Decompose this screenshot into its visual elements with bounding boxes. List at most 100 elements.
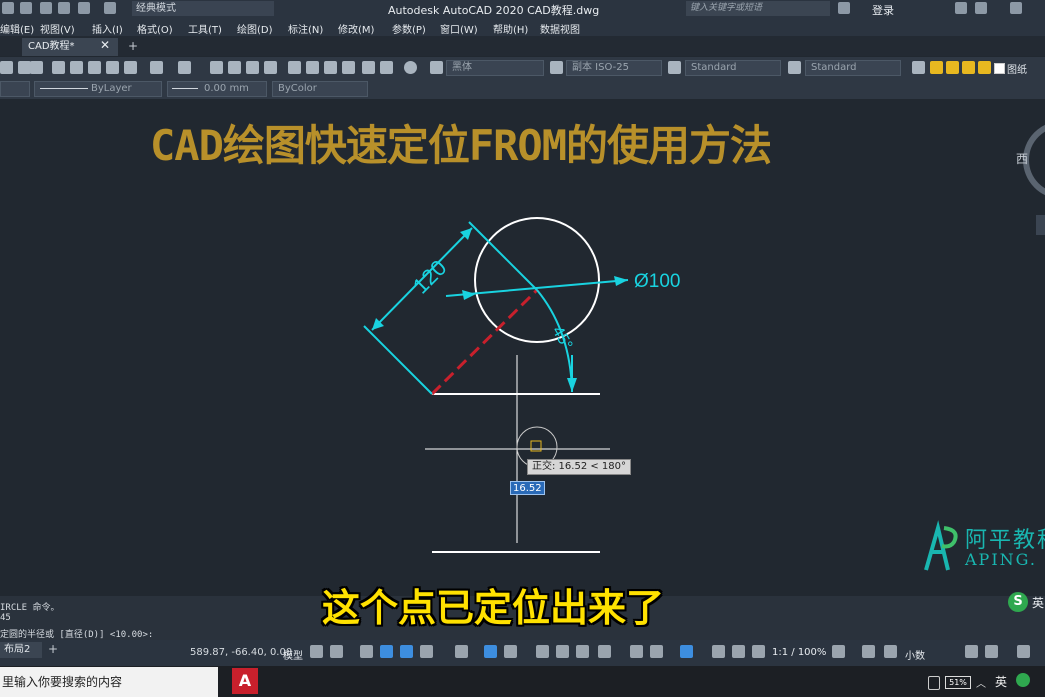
- print-icon[interactable]: [58, 2, 70, 14]
- layer-lock-icon[interactable]: [962, 61, 975, 74]
- zoom-realtime-icon[interactable]: [228, 61, 241, 74]
- dynamic-input-field[interactable]: 16.52: [510, 481, 545, 495]
- sogou-tray-icon[interactable]: [1016, 673, 1030, 687]
- units-select[interactable]: 小数: [905, 647, 925, 662]
- tool-palettes-icon[interactable]: [324, 61, 337, 74]
- nav-bar-handle[interactable]: [1036, 215, 1045, 235]
- tab-layout2[interactable]: 布局2: [0, 642, 42, 658]
- dynamic-ucs-icon[interactable]: [630, 645, 643, 658]
- menu-edit[interactable]: 编辑(E): [0, 21, 34, 36]
- help-search-input[interactable]: 键入关键字或短语: [686, 1, 830, 16]
- calculator-icon[interactable]: [380, 61, 393, 74]
- menu-parametric[interactable]: 参数(P): [392, 21, 426, 36]
- text-style-icon[interactable]: [430, 61, 443, 74]
- menu-modify[interactable]: 修改(M): [338, 21, 374, 36]
- selection-cycling-icon[interactable]: [576, 645, 589, 658]
- redo-icon[interactable]: [104, 2, 116, 14]
- ortho-mode-icon[interactable]: [400, 645, 413, 658]
- menu-window[interactable]: 窗口(W): [440, 21, 478, 36]
- user-icon[interactable]: [838, 2, 850, 14]
- connect-icon[interactable]: [975, 2, 987, 14]
- battery-indicator[interactable]: 51%: [945, 676, 971, 689]
- transparency-icon[interactable]: [556, 645, 569, 658]
- multileader-style-select[interactable]: Standard: [805, 60, 901, 76]
- gizmo-icon[interactable]: [680, 645, 693, 658]
- zoom-previous-icon[interactable]: [264, 61, 277, 74]
- isometric-icon[interactable]: [455, 645, 468, 658]
- infer-constraints-icon[interactable]: [360, 645, 373, 658]
- autocad-taskbar-icon[interactable]: A: [232, 668, 258, 694]
- layer-properties-icon[interactable]: [912, 61, 925, 74]
- chevron-up-icon[interactable]: ︿: [976, 675, 986, 690]
- pan-icon[interactable]: [210, 61, 223, 74]
- layer-color-swatch[interactable]: [994, 63, 1005, 74]
- polar-tracking-icon[interactable]: [420, 645, 433, 658]
- layer-freeze-icon[interactable]: [946, 61, 959, 74]
- paste-icon[interactable]: [88, 61, 101, 74]
- layer-color-icon[interactable]: [978, 61, 991, 74]
- markup-icon[interactable]: [362, 61, 375, 74]
- tray-language[interactable]: 英: [995, 673, 1007, 690]
- zoom-window-icon[interactable]: [246, 61, 259, 74]
- object-snap-tracking-icon[interactable]: [484, 645, 497, 658]
- main-circle[interactable]: [474, 217, 600, 343]
- menu-draw[interactable]: 绘图(D): [237, 21, 273, 36]
- auto-scale-icon[interactable]: [732, 645, 745, 658]
- close-icon[interactable]: ✕: [100, 38, 110, 52]
- table-style-icon[interactable]: [668, 61, 681, 74]
- lock-ui-icon[interactable]: [985, 645, 998, 658]
- annotation-visibility-icon[interactable]: [712, 645, 725, 658]
- cut-icon[interactable]: [52, 61, 65, 74]
- ime-sogou-icon[interactable]: S: [1008, 592, 1028, 612]
- units-icon[interactable]: [884, 645, 897, 658]
- undo-toolbar-icon[interactable]: [150, 61, 163, 74]
- cad-geometry[interactable]: 120 Ø100 45°: [0, 99, 1045, 596]
- layer-on-icon[interactable]: [930, 61, 943, 74]
- copy-icon[interactable]: [70, 61, 83, 74]
- sheet-set-icon[interactable]: [30, 61, 43, 74]
- workspace-select[interactable]: 经典模式: [132, 1, 274, 16]
- grid-icon[interactable]: [310, 645, 323, 658]
- multileader-style-icon[interactable]: [788, 61, 801, 74]
- construction-line[interactable]: [430, 288, 539, 396]
- snap-mode-icon[interactable]: [330, 645, 343, 658]
- menu-dimension[interactable]: 标注(N): [288, 21, 323, 36]
- menu-help[interactable]: 帮助(H): [493, 21, 528, 36]
- menu-tools[interactable]: 工具(T): [188, 21, 222, 36]
- command-prompt[interactable]: 定圆的半径或 [直径(D)] <10.00>:: [0, 627, 153, 640]
- add-layout-button[interactable]: +: [48, 642, 58, 656]
- cart-icon[interactable]: [955, 2, 967, 14]
- lineweight-select[interactable]: 0.00 mm: [167, 81, 267, 97]
- dim-style-icon[interactable]: [550, 61, 563, 74]
- new-tab-button[interactable]: +: [128, 39, 138, 53]
- annotation-monitor-icon[interactable]: [862, 645, 875, 658]
- menu-view[interactable]: 视图(V): [40, 21, 75, 36]
- open-icon[interactable]: [20, 2, 32, 14]
- match-properties-icon[interactable]: [106, 61, 119, 74]
- plot-style-select[interactable]: ByColor: [272, 81, 368, 97]
- workspace-gear-icon[interactable]: [832, 645, 845, 658]
- 3d-osnap-icon[interactable]: [598, 645, 611, 658]
- block-editor-icon[interactable]: [124, 61, 137, 74]
- windows-search-input[interactable]: 里输入你要搜索的内容: [0, 667, 218, 697]
- model-space-button[interactable]: 模型: [283, 647, 303, 662]
- design-center-icon[interactable]: [306, 61, 319, 74]
- annotation-scale-select[interactable]: 1:1 / 100%: [772, 647, 826, 658]
- color-select[interactable]: [0, 81, 30, 97]
- lineweight-display-icon[interactable]: [536, 645, 549, 658]
- linetype-select[interactable]: ByLayer: [34, 81, 162, 97]
- quick-properties-icon[interactable]: [965, 645, 978, 658]
- login-button[interactable]: 登录: [872, 2, 894, 18]
- redo-toolbar-icon[interactable]: [178, 61, 191, 74]
- help-icon[interactable]: [1010, 2, 1022, 14]
- dynamic-input-icon[interactable]: [380, 645, 393, 658]
- sheet-set-manager-icon[interactable]: [342, 61, 355, 74]
- viewcube-ring[interactable]: [1023, 124, 1045, 196]
- help-toolbar-icon[interactable]: [404, 61, 417, 74]
- properties-icon[interactable]: [288, 61, 301, 74]
- annotation-scale-icon[interactable]: [752, 645, 765, 658]
- undo-icon[interactable]: [78, 2, 90, 14]
- object-snap-icon[interactable]: [504, 645, 517, 658]
- save-icon[interactable]: [40, 2, 52, 14]
- ime-language[interactable]: 英: [1032, 594, 1044, 611]
